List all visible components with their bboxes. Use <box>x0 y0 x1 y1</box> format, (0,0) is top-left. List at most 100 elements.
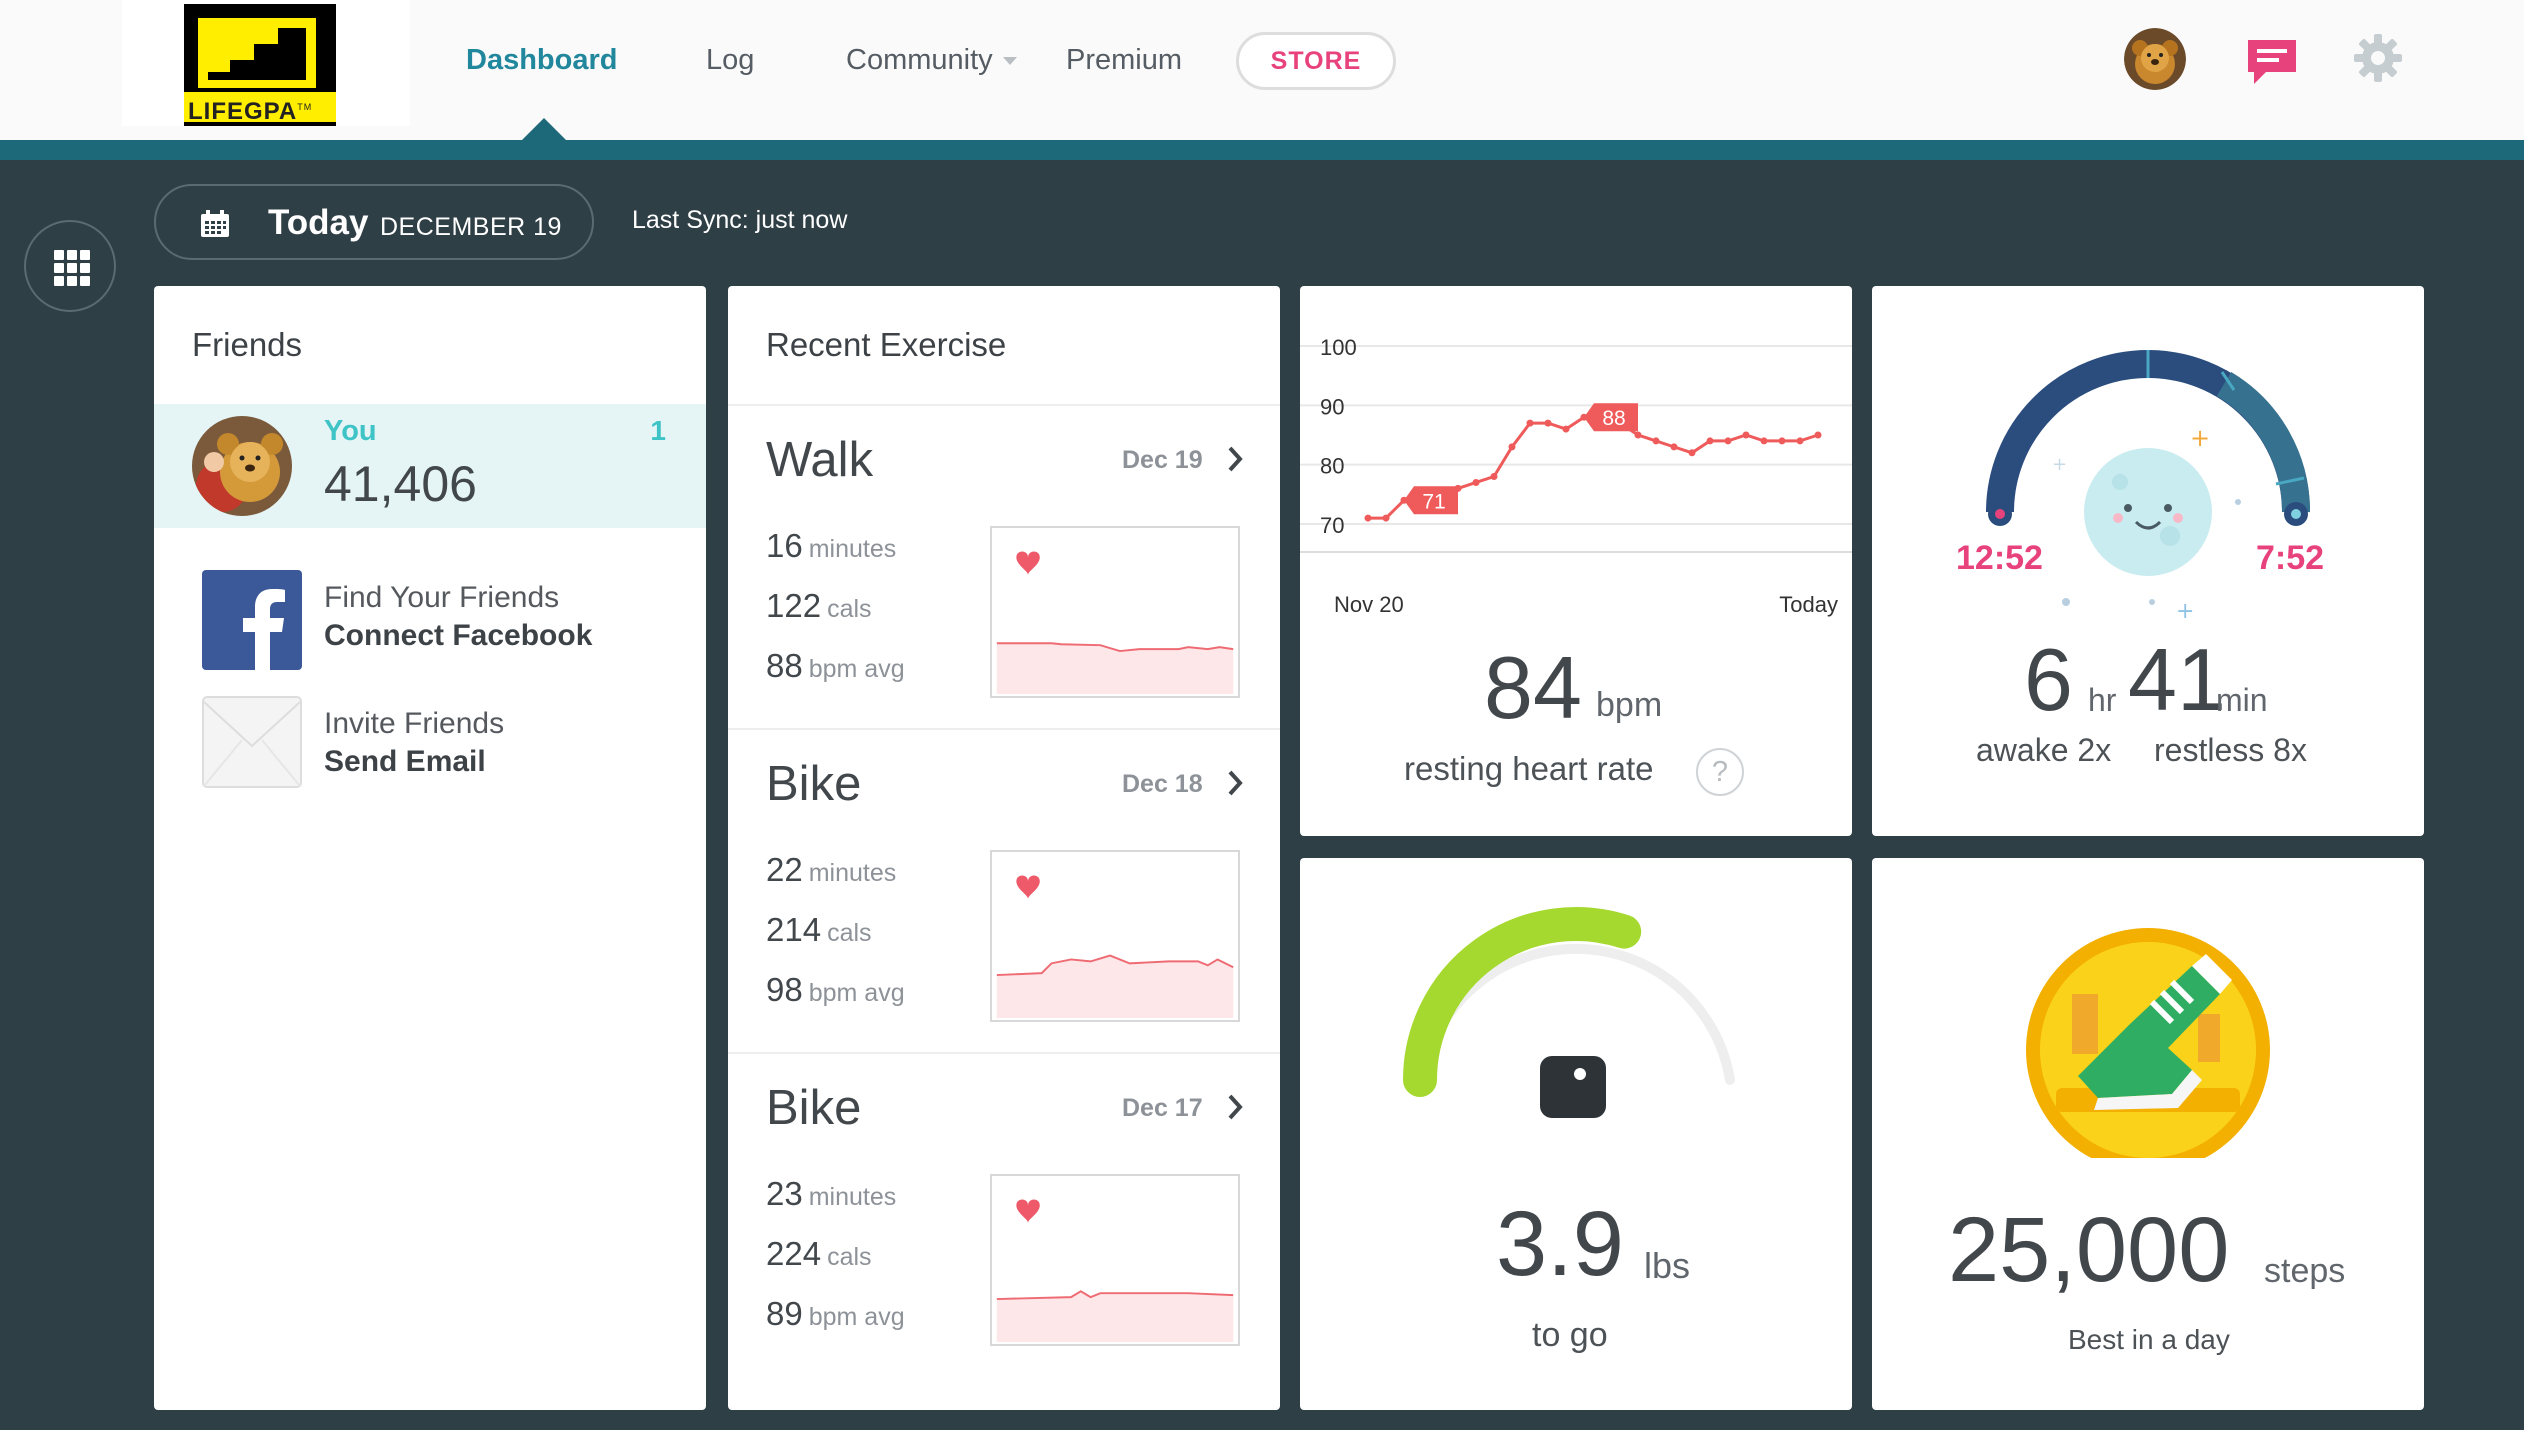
logo-mark: LIFEGPATM <box>184 4 336 126</box>
apps-grid-button[interactable] <box>24 220 116 312</box>
heart-rate-point <box>1742 431 1750 439</box>
weight-goal-card[interactable]: 3.9 lbs to go <box>1300 858 1852 1410</box>
exercise-calories: 122 cals <box>766 587 872 624</box>
exercise-bpm: 89 bpm avg <box>766 1295 905 1332</box>
heart-rate-point <box>1364 514 1372 522</box>
friend-steps: 41,406 <box>324 456 477 512</box>
envelope-icon <box>202 696 302 788</box>
friend-name: You <box>324 415 377 447</box>
sleep-card[interactable]: + + + 12:52 7:52 6 hr 41 min awake 2x re… <box>1872 286 2424 836</box>
chat-bubble-icon[interactable] <box>2244 36 2300 88</box>
avatar <box>192 416 292 516</box>
x-tick-label: Today <box>1779 592 1838 617</box>
nav-community[interactable]: Community <box>846 38 1017 82</box>
sleep-hours: 6 <box>2024 630 2073 729</box>
resting-heart-rate-caption: resting heart rate <box>1404 750 1654 787</box>
heart-rate-point <box>1562 425 1570 433</box>
exercise-item[interactable]: Walk Dec 19 16 minutes 122 cals 88 bpm avg <box>728 406 1280 726</box>
weight-progress-gauge <box>1403 907 1735 1118</box>
apps-grid-icon <box>54 250 90 286</box>
heart-rate-point <box>1760 437 1768 445</box>
chevron-right-icon <box>1228 1094 1243 1120</box>
heart-rate-point <box>1814 431 1822 439</box>
heart-rate-point <box>1688 449 1696 457</box>
heart-rate-point <box>1526 419 1534 427</box>
heart-rate-point <box>1670 443 1678 451</box>
nav-dashboard[interactable]: Dashboard <box>466 38 617 82</box>
friend-row-you[interactable]: You 1 41,406 <box>154 404 706 528</box>
heart-icon <box>1016 1199 1040 1223</box>
y-tick-label: 90 <box>1320 394 1344 419</box>
lifegpa-logo[interactable]: LIFEGPATM <box>122 0 410 126</box>
y-tick-label: 80 <box>1320 454 1344 479</box>
sleep-start-time: 12:52 <box>1956 539 2043 577</box>
chevron-right-icon <box>1228 446 1243 472</box>
resting-heart-rate-value: 84 <box>1484 638 1582 737</box>
exercise-name: Walk <box>766 433 874 487</box>
chevron-right-icon <box>1228 770 1243 796</box>
exercise-date: Dec 19 <box>1122 446 1203 474</box>
exercise-item[interactable]: Bike Dec 18 22 minutes 214 cals 98 bpm avg <box>728 730 1280 1050</box>
logo-wordmark: LIFEGPATM <box>184 92 336 125</box>
sleep-end-time: 7:52 <box>2256 539 2325 577</box>
exercise-date: Dec 17 <box>1122 1094 1203 1122</box>
friends-card: Friends You 1 41,406 Find Your Friends C… <box>154 286 706 1410</box>
heart-rate-point <box>1490 473 1498 481</box>
svg-text:+: + <box>2176 599 2194 624</box>
moon-icon <box>2084 448 2212 576</box>
store-button[interactable]: STORE <box>1236 32 1396 90</box>
recent-exercise-card: Recent Exercise Walk Dec 19 16 minutes 12… <box>728 286 1280 1410</box>
max-heart-rate-label: 88 <box>1602 407 1625 430</box>
exercise-date: Dec 18 <box>1122 770 1203 798</box>
user-avatar[interactable] <box>2124 28 2186 90</box>
exercise-name: Bike <box>766 757 862 811</box>
logo-yellow-field <box>198 18 316 88</box>
today-label: Today <box>268 203 369 242</box>
exercise-item[interactable]: Bike Dec 17 23 minutes 224 cals 89 bpm avg <box>728 1054 1280 1374</box>
heart-rate-chart: 100 90 80 70 71 88 Nov 20 Today <box>1300 335 1852 617</box>
invite-friends-label: Invite Friends <box>324 707 505 740</box>
nav-log[interactable]: Log <box>706 38 754 82</box>
gear-icon[interactable] <box>2352 32 2404 84</box>
heart-rate-card[interactable]: 100 90 80 70 71 88 Nov 20 Today 84 bpm resting … <box>1300 286 1852 836</box>
connect-facebook-link[interactable]: Find Your Friends Connect Facebook <box>202 570 682 672</box>
nav-premium[interactable]: Premium <box>1066 38 1182 82</box>
y-tick-label: 70 <box>1320 513 1344 538</box>
help-button[interactable]: ? <box>1696 748 1744 796</box>
sleep-gauge: + + + <box>1986 350 2311 624</box>
heart-rate-point <box>1472 478 1480 486</box>
exercise-bpm: 88 bpm avg <box>766 647 905 684</box>
sleep-restless-count: restless 8x <box>2154 732 2307 768</box>
heart-icon <box>1016 551 1040 575</box>
y-tick-label: 100 <box>1320 335 1357 360</box>
weight-to-go-value: 3.9 <box>1496 1193 1624 1295</box>
heart-rate-point <box>1652 437 1660 445</box>
exercise-heart-graph <box>990 850 1240 1022</box>
heart-rate-point <box>1796 437 1804 445</box>
date-picker[interactable]: Today DECEMBER 19 <box>154 184 594 260</box>
find-friends-label: Find Your Friends <box>324 581 560 614</box>
steps-badge-card[interactable]: 25,000 steps Best in a day <box>1872 858 2424 1410</box>
weight-unit: lbs <box>1644 1245 1691 1286</box>
exercise-bpm: 98 bpm avg <box>766 971 905 1008</box>
sleep-hours-unit: hr <box>2088 682 2117 718</box>
steps-best-value: 25,000 <box>1948 1199 2230 1301</box>
last-sync-status: Last Sync: just now <box>632 206 848 234</box>
sleep-minutes-unit: min <box>2216 682 2268 718</box>
send-email-link[interactable]: Invite Friends Send Email <box>202 696 682 798</box>
facebook-icon <box>202 570 302 670</box>
svg-text:+: + <box>2052 454 2067 475</box>
heart-rate-point <box>1634 431 1642 439</box>
steps-best-caption: Best in a day <box>2068 1324 2230 1355</box>
current-date: DECEMBER 19 <box>380 213 562 241</box>
exercise-minutes: 23 minutes <box>766 1175 897 1212</box>
heart-rate-point <box>1382 514 1390 522</box>
top-navigation-bar: LIFEGPATM Dashboard Log Community Premiu… <box>0 0 2524 140</box>
heart-rate-point <box>1778 437 1786 445</box>
heart-rate-point <box>1706 437 1714 445</box>
bear-avatar-icon <box>2124 28 2186 90</box>
weight-caption: to go <box>1532 1316 1608 1354</box>
exercise-name: Bike <box>766 1081 862 1135</box>
x-tick-label: Nov 20 <box>1334 592 1404 617</box>
nav-underline-strip <box>0 140 2524 160</box>
